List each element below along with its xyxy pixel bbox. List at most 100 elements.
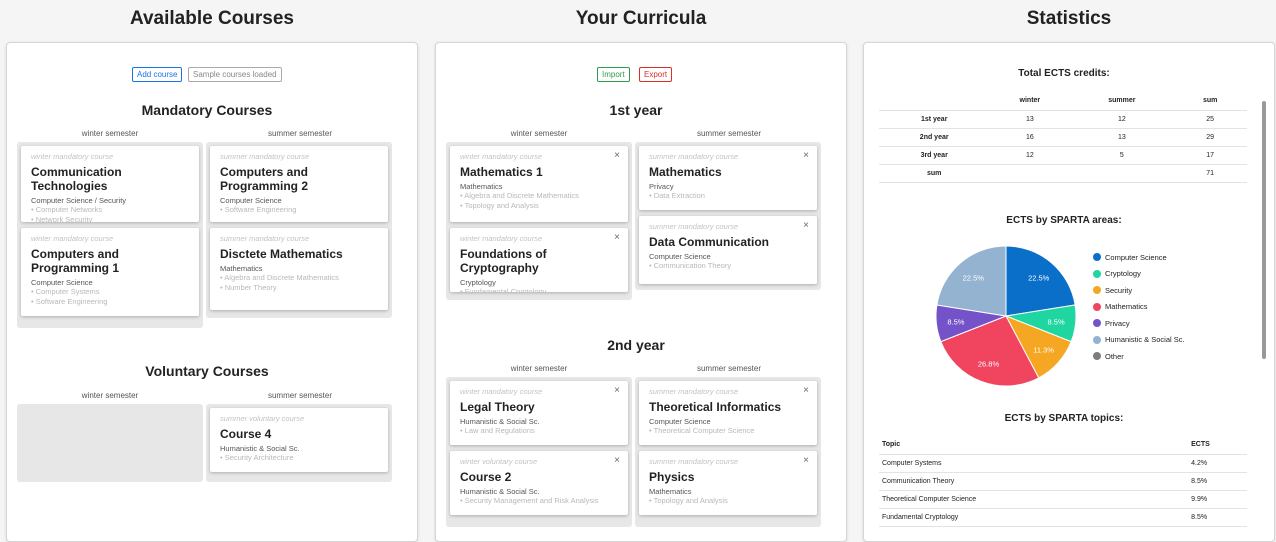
winter-semester-label: winter semester — [510, 364, 568, 373]
course-card[interactable]: winter mandatory course Computers and Pro… — [21, 228, 199, 316]
course-topic: • Data Extraction — [649, 191, 705, 200]
your-curricula-title: Your Curricula — [575, 8, 707, 29]
sparta-topics-table: Topic ECTS Computer Systems 4.2% Communicati… — [879, 436, 1247, 527]
mandatory-winter-group: winter mandatory course Communication Tec… — [17, 142, 203, 328]
ects-cell — [1070, 164, 1174, 183]
course-card[interactable]: summer voluntary course Course 4 Humanisti… — [210, 408, 388, 472]
statistics-panel: Total ECTS credits: winter summer sum 1st y… — [863, 42, 1275, 542]
course-card[interactable]: summer mandatory course Disctete Mathemat… — [210, 228, 388, 310]
course-card[interactable]: summer mandatory course Data Communicatio… — [639, 216, 817, 284]
winter-semester-label: winter semester — [81, 391, 139, 400]
available-courses-panel: Add course Sample courses loaded Mandato… — [6, 42, 418, 542]
course-topic: • Software Engineering — [31, 297, 108, 306]
topics-row: Theoretical Computer Science 9.9% — [879, 490, 1247, 509]
course-area: Computer Science — [649, 417, 711, 426]
legend-swatch — [1093, 319, 1101, 328]
ects-cell: 5 — [1070, 146, 1174, 165]
course-name: Mathematics — [649, 165, 722, 179]
course-area: Humanistic & Social Sc. — [220, 444, 300, 453]
legend-swatch — [1093, 253, 1101, 262]
course-type: summer mandatory course — [649, 387, 739, 396]
legend-item-humanistic-social-sc[interactable]: Humanistic & Social Sc. — [1093, 332, 1185, 349]
course-topic: • Topology and Analysis — [649, 496, 728, 505]
course-card[interactable]: winter mandatory course Mathematics 1 Math… — [450, 146, 628, 222]
remove-course-icon[interactable]: × — [614, 232, 620, 243]
year-2-summer-group: summer mandatory course Theoretical Infor… — [635, 377, 821, 527]
remove-course-icon[interactable]: × — [803, 150, 809, 161]
remove-course-icon[interactable]: × — [614, 150, 620, 161]
topics-cell: Theoretical Computer Science — [879, 490, 1189, 509]
remove-course-icon[interactable]: × — [614, 385, 620, 396]
scrollbar[interactable] — [1262, 101, 1266, 359]
legend-label: Privacy — [1105, 318, 1130, 328]
course-name: Mathematics 1 — [460, 165, 543, 179]
ects-cell: 25 — [1173, 110, 1247, 129]
course-area: Cryptology — [460, 278, 496, 287]
ects-cell: 17 — [1173, 146, 1247, 165]
mandatory-courses-heading: Mandatory Courses — [141, 102, 273, 118]
remove-course-icon[interactable]: × — [803, 220, 809, 231]
summer-semester-label: summer semester — [267, 391, 332, 400]
remove-course-icon[interactable]: × — [803, 455, 809, 466]
sample-courses-button[interactable]: Sample courses loaded — [188, 67, 282, 82]
topics-header-cell: ECTS — [1188, 436, 1247, 455]
ects-cell: 12 — [989, 146, 1071, 165]
course-type: winter mandatory course — [460, 152, 543, 161]
pie-legend: Computer Science Cryptology Security Mathem… — [1093, 249, 1185, 365]
course-card[interactable]: winter mandatory course Legal Theory Human… — [450, 381, 628, 445]
sparta-topics-heading: ECTS by SPARTA topics: — [1004, 413, 1124, 424]
legend-label: Other — [1105, 351, 1124, 361]
course-topic: • Fundamental Cryptology — [460, 287, 547, 292]
course-area: Mathematics — [220, 264, 263, 273]
mandatory-summer-group: summer mandatory course Computers and Pro… — [206, 142, 392, 318]
legend-item-computer-science[interactable]: Computer Science — [1093, 249, 1185, 266]
import-button[interactable]: Import — [597, 67, 630, 82]
course-type: winter voluntary course — [460, 457, 538, 466]
pie-label-computer-science: 22.5% — [1028, 274, 1050, 283]
course-name: Course 2 — [460, 470, 512, 484]
course-name: Computers and Programming 1 — [31, 247, 120, 275]
legend-item-other[interactable]: Other — [1093, 348, 1185, 365]
winter-semester-label: winter semester — [510, 129, 568, 138]
course-area: Mathematics — [460, 182, 503, 191]
legend-item-mathematics[interactable]: Mathematics — [1093, 299, 1185, 316]
legend-item-privacy[interactable]: Privacy — [1093, 315, 1185, 332]
voluntary-summer-group: summer voluntary course Course 4 Humanisti… — [206, 404, 392, 482]
course-name: Theoretical Informatics — [649, 400, 782, 414]
ects-cell: 13 — [1070, 128, 1174, 147]
ects-row: sum 71 — [879, 164, 1247, 183]
ects-row: 3rd year 12 5 17 — [879, 146, 1247, 165]
ects-header-cell — [879, 92, 990, 111]
legend-swatch — [1093, 335, 1101, 344]
course-card[interactable]: summer mandatory course Theoretical Infor… — [639, 381, 817, 445]
course-name: Course 4 — [220, 427, 272, 441]
topics-cell: Computer Systems — [879, 454, 1189, 473]
year-2-heading: 2nd year — [607, 337, 665, 353]
legend-item-cryptology[interactable]: Cryptology — [1093, 266, 1185, 283]
course-area: Computer Science / Security — [31, 196, 127, 205]
course-card[interactable]: winter mandatory course Communication Tec… — [21, 146, 199, 222]
add-course-button[interactable]: Add course — [132, 67, 183, 82]
legend-item-security[interactable]: Security — [1093, 282, 1185, 299]
remove-course-icon[interactable]: × — [803, 385, 809, 396]
course-card[interactable]: summer mandatory course Computers and Pro… — [210, 146, 388, 222]
course-card[interactable]: winter mandatory course Foundations of Cr… — [450, 228, 628, 292]
ects-header-cell: winter — [989, 92, 1071, 111]
ects-cell: 29 — [1173, 128, 1247, 147]
course-topic: • Theoretical Computer Science — [649, 426, 755, 435]
course-card[interactable]: summer mandatory course Mathematics Privac… — [639, 146, 817, 210]
course-card[interactable]: summer mandatory course Physics Mathematic… — [639, 451, 817, 515]
topics-cell: Fundamental Cryptology — [879, 508, 1189, 527]
export-button[interactable]: Export — [639, 67, 673, 82]
pie-label-security: 11.3% — [1033, 346, 1054, 355]
course-topic: • Algebra and Discrete Mathematics — [460, 191, 579, 200]
topics-row: Computer Systems 4.2% — [879, 454, 1247, 473]
legend-swatch — [1093, 269, 1101, 278]
ects-row: 2nd year 16 13 29 — [879, 128, 1247, 147]
course-type: summer mandatory course — [649, 222, 739, 231]
course-type: summer voluntary course — [220, 414, 305, 423]
course-card[interactable]: winter voluntary course Course 2 Humanisti… — [450, 451, 628, 515]
remove-course-icon[interactable]: × — [614, 455, 620, 466]
sparta-areas-heading: ECTS by SPARTA areas: — [1006, 215, 1122, 226]
summer-semester-label: summer semester — [267, 129, 332, 138]
